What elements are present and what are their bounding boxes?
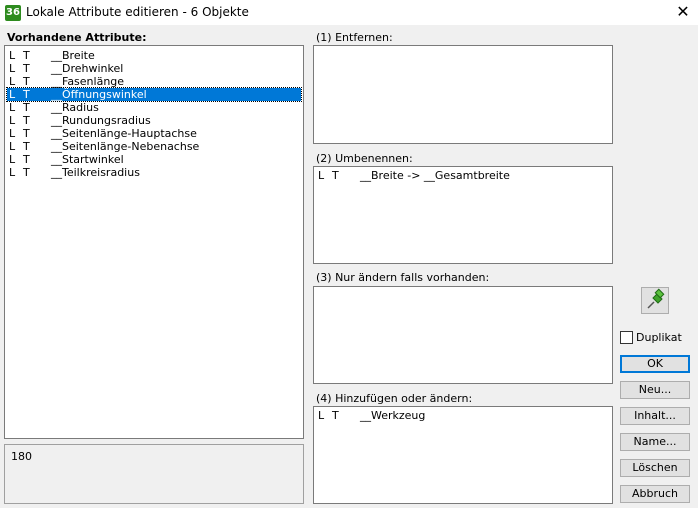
attribute-name: __Drehwinkel: [51, 62, 124, 75]
existing-attributes-heading: Vorhandene Attribute:: [7, 31, 147, 44]
attribute-name: __Seitenlänge-Nebenachse: [51, 140, 200, 153]
list-item[interactable]: L T __Startwinkel: [7, 153, 301, 166]
lock-flag: L: [9, 88, 16, 101]
content-button[interactable]: Inhalt...: [620, 407, 690, 425]
list-item[interactable]: L T __Fasenlänge: [7, 75, 301, 88]
new-button[interactable]: Neu...: [620, 381, 690, 399]
list-item[interactable]: L T __Seitenlänge-Nebenachse: [7, 140, 301, 153]
cancel-button[interactable]: Abbruch: [620, 485, 690, 503]
attribute-name: __Breite: [51, 49, 95, 62]
existing-attributes-list[interactable]: L T __Breite L T __Drehwinkel L T __Fasenlänge L T…: [4, 45, 304, 439]
lock-flag: L: [318, 409, 325, 422]
attribute-name: __Startwinkel: [51, 153, 124, 166]
lock-flag: L: [9, 153, 16, 166]
lock-flag: L: [9, 166, 16, 179]
attribute-name: __Radius: [51, 101, 99, 114]
change-if-present-list[interactable]: [313, 286, 613, 384]
lock-flag: L: [9, 49, 16, 62]
ok-button[interactable]: OK: [620, 355, 690, 373]
attribute-value-field[interactable]: 180: [4, 444, 304, 504]
rename-heading: (2) Umbenennen:: [316, 152, 413, 165]
attribute-value: 180: [11, 450, 32, 463]
remove-list[interactable]: [313, 45, 613, 144]
delete-button[interactable]: Löschen: [620, 459, 690, 477]
list-item[interactable]: L T __Breite -> __Gesamtbreite: [316, 169, 610, 182]
duplicate-label: Duplikat: [636, 331, 682, 344]
remove-heading: (1) Entfernen:: [316, 31, 393, 44]
list-item[interactable]: L T __Öffnungswinkel: [6, 87, 302, 102]
pin-button[interactable]: [641, 287, 669, 314]
change-if-present-heading: (3) Nur ändern falls vorhanden:: [316, 271, 490, 284]
type-flag: T: [23, 140, 30, 153]
attribute-name: __Fasenlänge: [51, 75, 125, 88]
type-flag: T: [23, 127, 30, 140]
lock-flag: L: [9, 114, 16, 127]
duplicate-checkbox[interactable]: [620, 331, 633, 344]
lock-flag: L: [9, 140, 16, 153]
attribute-name: __Öffnungswinkel: [51, 88, 147, 101]
type-flag: T: [23, 166, 30, 179]
list-item[interactable]: L T __Drehwinkel: [7, 62, 301, 75]
list-item[interactable]: L T __Seitenlänge-Hauptachse: [7, 127, 301, 140]
lock-flag: L: [9, 101, 16, 114]
add-or-change-heading: (4) Hinzufügen oder ändern:: [316, 392, 473, 405]
add-or-change-list[interactable]: L T __Werkzeug: [313, 406, 613, 504]
lock-flag: L: [318, 169, 325, 182]
list-item[interactable]: L T __Breite: [7, 49, 301, 62]
list-item[interactable]: L T __Teilkreisradius: [7, 166, 301, 179]
lock-flag: L: [9, 75, 16, 88]
attribute-name: __Breite -> __Gesamtbreite: [360, 169, 510, 182]
app-icon: 36: [5, 5, 21, 21]
lock-flag: L: [9, 127, 16, 140]
list-item[interactable]: L T __Werkzeug: [316, 409, 610, 422]
window-title: Lokale Attribute editieren - 6 Objekte: [26, 5, 249, 19]
type-flag: T: [23, 49, 30, 62]
type-flag: T: [23, 62, 30, 75]
rename-list[interactable]: L T __Breite -> __Gesamtbreite: [313, 166, 613, 264]
attribute-name: __Werkzeug: [360, 409, 426, 422]
type-flag: T: [332, 409, 339, 422]
type-flag: T: [23, 75, 30, 88]
title-bar: 36 Lokale Attribute editieren - 6 Objekt…: [0, 0, 698, 26]
attribute-name: __Seitenlänge-Hauptachse: [51, 127, 197, 140]
name-button[interactable]: Name...: [620, 433, 690, 451]
list-item[interactable]: L T __Rundungsradius: [7, 114, 301, 127]
type-flag: T: [332, 169, 339, 182]
lock-flag: L: [9, 62, 16, 75]
list-item[interactable]: L T __Radius: [7, 101, 301, 114]
type-flag: T: [23, 101, 30, 114]
type-flag: T: [23, 114, 30, 127]
attribute-name: __Teilkreisradius: [51, 166, 140, 179]
close-icon[interactable]: ✕: [672, 2, 694, 22]
attribute-name: __Rundungsradius: [51, 114, 151, 127]
type-flag: T: [23, 88, 30, 101]
pin-icon: [647, 288, 665, 309]
type-flag: T: [23, 153, 30, 166]
